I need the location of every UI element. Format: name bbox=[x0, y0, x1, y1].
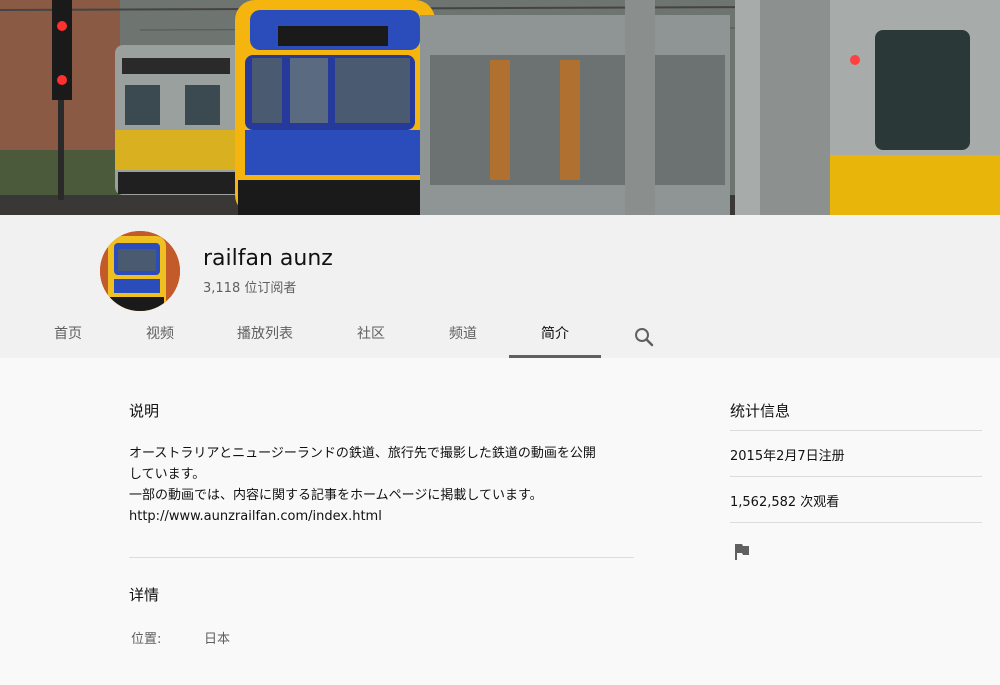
divider bbox=[730, 430, 982, 431]
divider bbox=[129, 557, 634, 558]
flag-icon[interactable] bbox=[733, 543, 751, 561]
joined-date: 2015年2月7日注册 bbox=[730, 449, 845, 464]
divider bbox=[730, 522, 982, 523]
description-line: オーストラリアとニュージーランドの鉄道、旅行先で撮影した鉄道の動画を公開 bbox=[129, 446, 596, 461]
tab-playlists[interactable]: 播放列表 bbox=[219, 315, 311, 358]
description-title: 说明 bbox=[129, 402, 160, 420]
channel-name: railfan aunz bbox=[203, 246, 333, 271]
channel-banner bbox=[0, 0, 1000, 215]
channel-tabs: 首页 视频 播放列表 社区 频道 简介 bbox=[0, 315, 1000, 358]
location-value: 日本 bbox=[204, 632, 231, 647]
tab-channels[interactable]: 频道 bbox=[417, 315, 509, 358]
tab-home[interactable]: 首页 bbox=[22, 315, 114, 358]
search-icon[interactable] bbox=[630, 323, 658, 351]
tab-videos[interactable]: 视频 bbox=[114, 315, 206, 358]
stats-title: 统计信息 bbox=[730, 402, 791, 420]
description-link[interactable]: http://www.aunzrailfan.com/index.html bbox=[129, 506, 639, 527]
tab-about[interactable]: 简介 bbox=[509, 315, 601, 358]
location-label: 位置: bbox=[131, 632, 162, 647]
view-count: 1,562,582 次观看 bbox=[730, 495, 840, 510]
channel-avatar[interactable] bbox=[100, 231, 180, 311]
banner-image bbox=[0, 0, 1000, 215]
details-title: 详情 bbox=[129, 586, 160, 604]
subscriber-count: 3,118 位订阅者 bbox=[203, 281, 297, 296]
divider bbox=[730, 476, 982, 477]
description-line: しています。 bbox=[129, 467, 206, 482]
description-line: 一部の動画では、内容に関する記事をホームページに掲載しています。 bbox=[129, 488, 543, 503]
tab-community[interactable]: 社区 bbox=[325, 315, 417, 358]
description-text: オーストラリアとニュージーランドの鉄道、旅行先で撮影した鉄道の動画を公開 してい… bbox=[129, 443, 639, 527]
